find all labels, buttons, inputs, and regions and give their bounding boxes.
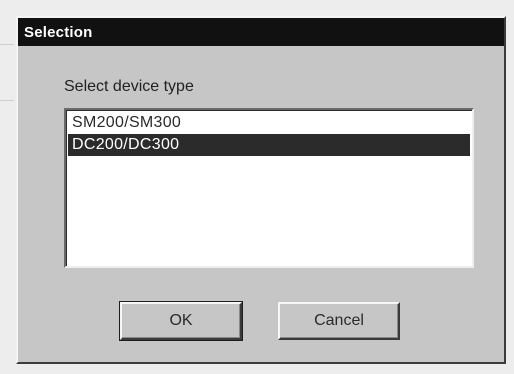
window-title: Selection xyxy=(24,23,93,41)
device-type-listbox[interactable]: SM200/SM300 DC200/DC300 xyxy=(64,108,474,268)
device-type-label: Select device type xyxy=(64,78,194,95)
ok-button[interactable]: OK xyxy=(119,301,243,341)
list-item-sm200-sm300[interactable]: SM200/SM300 xyxy=(68,112,470,134)
list-item-dc200-dc300[interactable]: DC200/DC300 xyxy=(68,134,470,156)
cancel-button[interactable]: Cancel xyxy=(278,302,400,340)
title-bar[interactable]: Selection xyxy=(18,18,504,46)
selection-dialog: Selection Select device type SM200/SM300… xyxy=(16,16,506,364)
background-divider xyxy=(0,100,14,101)
background-divider xyxy=(0,44,14,45)
